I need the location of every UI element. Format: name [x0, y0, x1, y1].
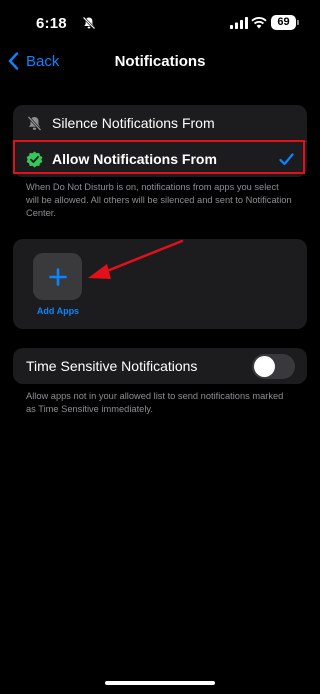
annotation-highlight-box — [13, 140, 305, 174]
silence-option-label: Silence Notifications From — [52, 115, 215, 131]
toggle-knob — [254, 356, 275, 377]
bell-slash-icon — [82, 16, 96, 30]
silence-notifications-option[interactable]: Silence Notifications From — [13, 105, 307, 141]
status-bar: 6:18 69 — [0, 0, 320, 44]
navigation-bar: Back Notifications — [0, 46, 320, 78]
page-title: Notifications — [114, 53, 206, 70]
time-sensitive-row: Time Sensitive Notifications — [13, 348, 307, 384]
status-time: 6:18 — [36, 15, 67, 32]
home-indicator — [105, 681, 215, 685]
time-sensitive-footer-text: Allow apps not in your allowed list to s… — [26, 391, 284, 414]
add-apps-label: Add Apps — [36, 306, 80, 316]
bell-slash-icon — [27, 115, 42, 131]
cellular-signal-icon — [230, 17, 248, 29]
wifi-icon — [251, 16, 267, 29]
time-sensitive-toggle[interactable] — [252, 354, 295, 379]
plus-icon — [48, 267, 67, 286]
battery-indicator: 69 — [271, 15, 299, 30]
add-apps-button[interactable] — [33, 253, 82, 300]
annotation-arrow-icon — [88, 239, 184, 279]
time-sensitive-label: Time Sensitive Notifications — [26, 358, 198, 374]
allow-footer-text: When Do Not Disturb is on, notifications… — [26, 182, 292, 218]
